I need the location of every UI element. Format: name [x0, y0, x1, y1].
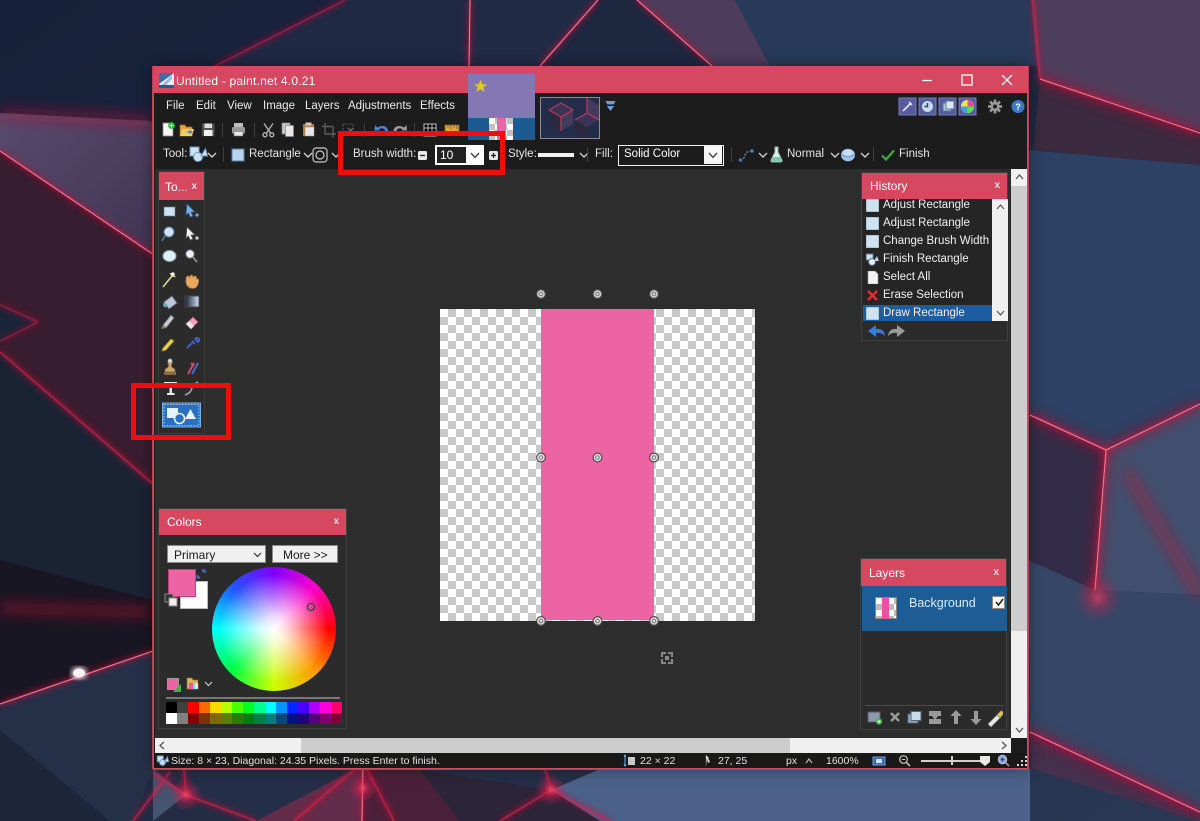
svg-text:?: ? [1015, 102, 1021, 112]
